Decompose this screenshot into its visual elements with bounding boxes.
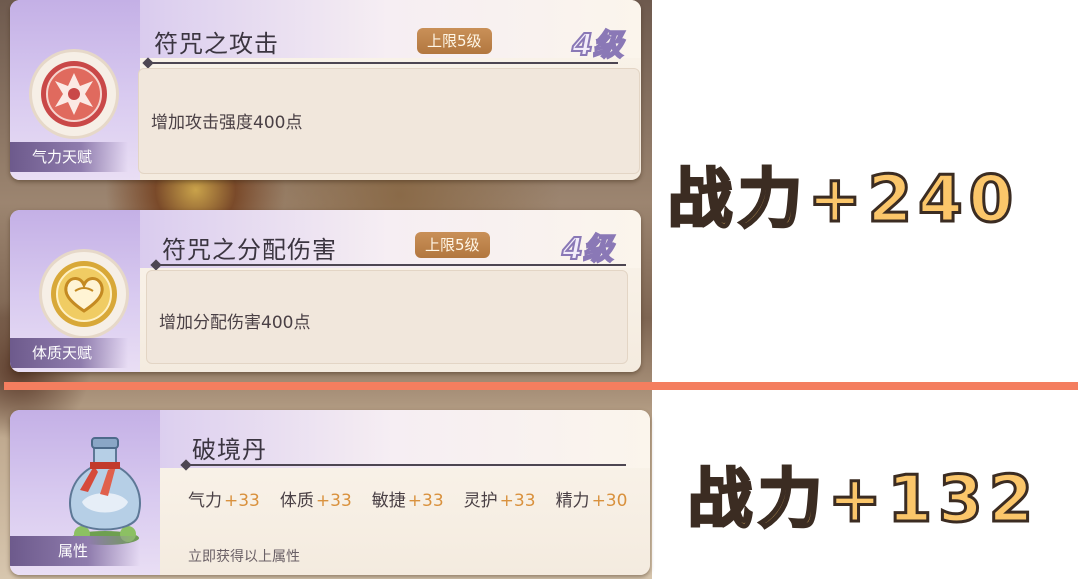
item-type-tag: 属性	[10, 536, 140, 566]
talent-description: 增加攻击强度400点	[151, 113, 303, 133]
potion-bottle-icon	[60, 432, 150, 551]
talent-type-tag: 体质天赋	[10, 338, 128, 368]
level-limit-badge: 上限5级	[415, 232, 490, 258]
talent-title: 符咒之分配伤害	[162, 236, 337, 264]
stat-entry: 气力 +33	[188, 491, 260, 511]
title-divider	[156, 264, 626, 266]
stat-entry: 敏捷 +33	[371, 491, 444, 511]
item-title: 破境丹	[192, 436, 267, 464]
section-separator	[4, 382, 1078, 390]
stat-entry: 体质 +33	[279, 491, 352, 511]
talent-type-tag: 气力天赋	[10, 142, 128, 172]
talent-description: 增加分配伤害400点	[159, 313, 311, 333]
title-divider	[148, 62, 618, 64]
stat-entry: 灵护 +33	[463, 491, 536, 511]
item-footnote: 立即获得以上属性	[188, 549, 300, 565]
talent-card-attack[interactable]: 气力天赋 符咒之攻击 上限5级 4级 增加攻击强度400点	[10, 0, 641, 180]
talent-level: 4级	[571, 27, 624, 64]
gold-heart-icon	[42, 252, 126, 336]
power-bonus-talents: 战力+240	[666, 162, 1020, 239]
talent-title: 符咒之攻击	[154, 30, 279, 58]
red-crest-icon	[32, 52, 116, 136]
item-card-breakthrough-pill[interactable]: 属性 破境丹 气力 +33 体质 +33 敏捷 +33 灵护 +33 精力 +30 立即获…	[10, 410, 650, 575]
title-divider	[186, 464, 626, 466]
talent-card-damage-share[interactable]: 体质天赋 符咒之分配伤害 上限5级 4级 增加分配伤害400点	[10, 210, 641, 372]
item-stats: 气力 +33 体质 +33 敏捷 +33 灵护 +33 精力 +30	[188, 486, 647, 511]
level-limit-badge: 上限5级	[417, 28, 492, 54]
talent-level: 4级	[561, 231, 614, 268]
stat-entry: 精力 +30	[555, 491, 628, 511]
power-bonus-item: 战力+132	[686, 462, 1040, 539]
